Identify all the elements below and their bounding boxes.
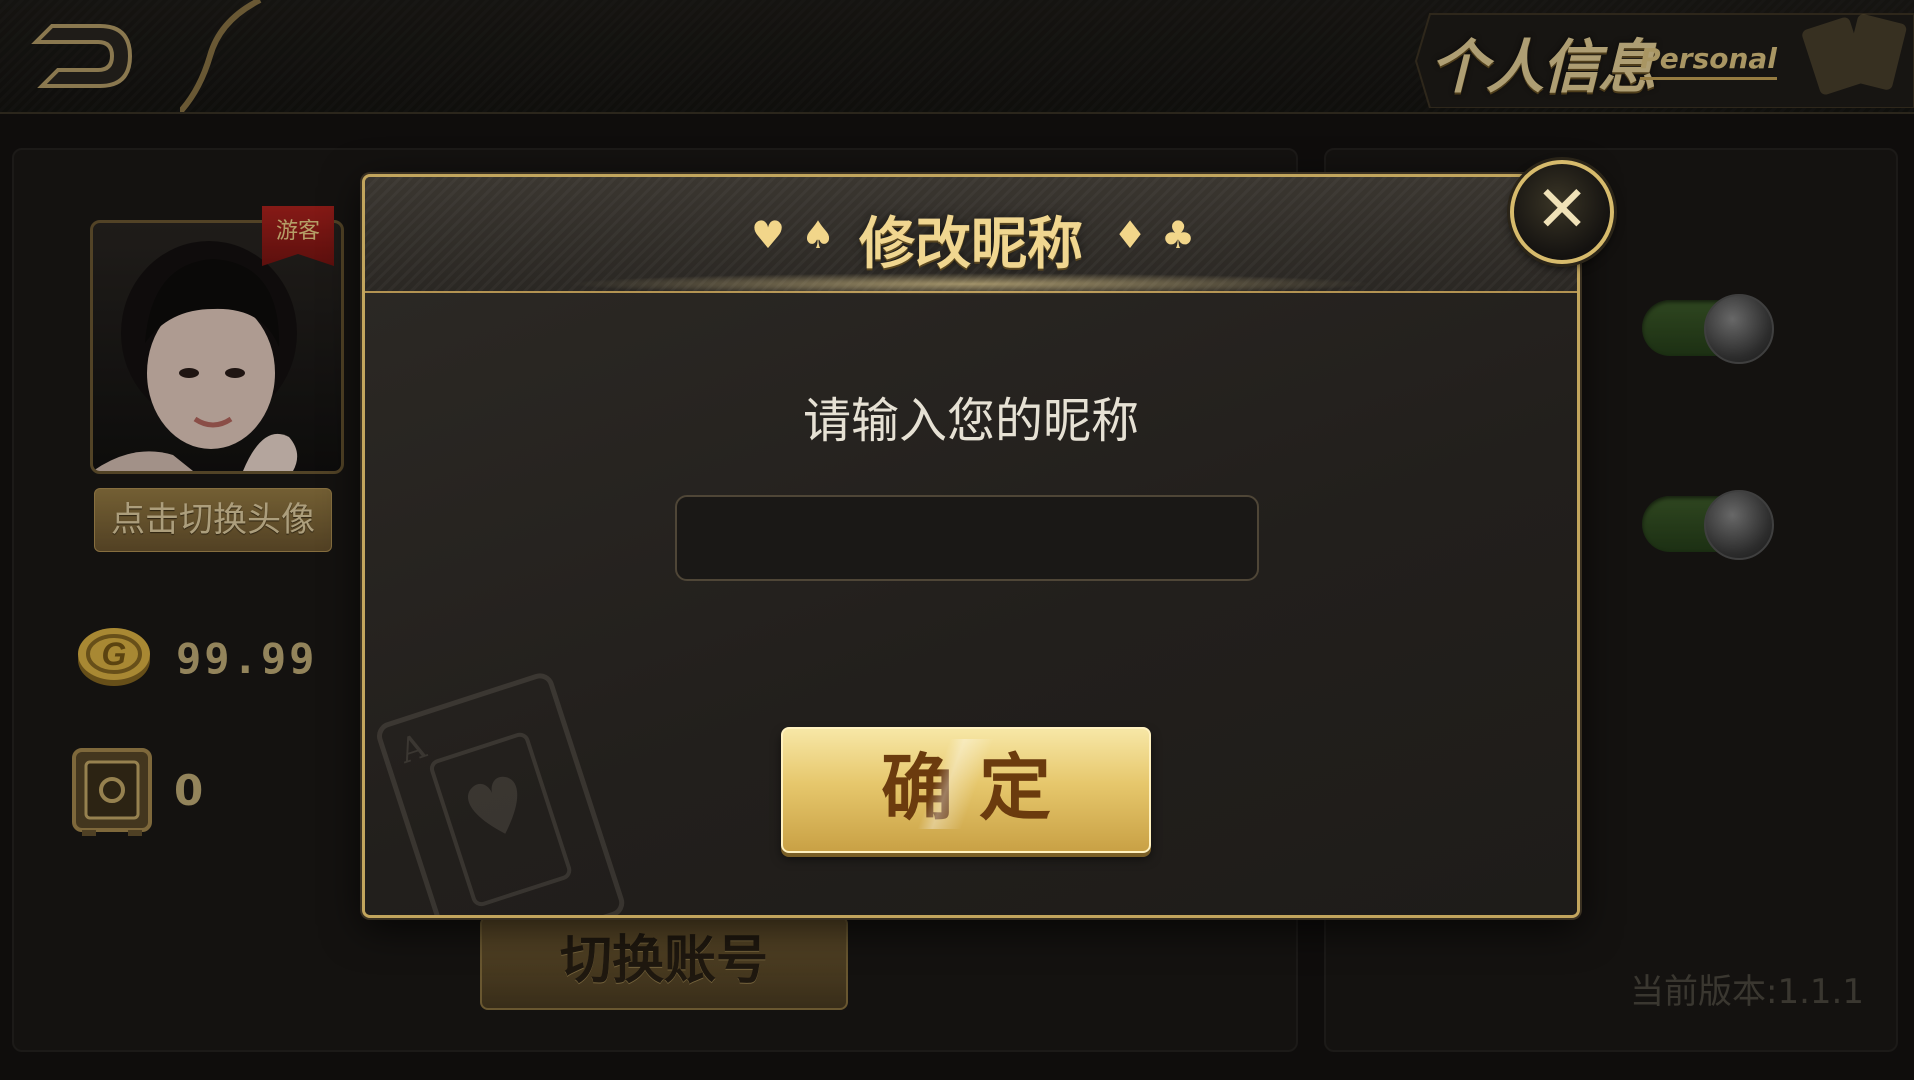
close-button[interactable]: ✕ [1510, 160, 1614, 264]
nickname-input[interactable] [675, 495, 1259, 581]
close-icon: ✕ [1535, 173, 1589, 247]
confirm-button[interactable]: 确定 [781, 727, 1151, 853]
ace-of-hearts-decoration: A [377, 673, 625, 915]
diamond-icon: ♦ [1113, 213, 1148, 257]
svg-text:A: A [394, 726, 431, 772]
edit-nickname-dialog: A ♥ ♠ 修改昵称 ♦ ♣ 请输入您的昵称 确定 [362, 174, 1580, 918]
nickname-prompt: 请输入您的昵称 [802, 393, 1139, 449]
dialog-title: 修改昵称 [859, 212, 1083, 277]
club-icon: ♣ [1161, 213, 1196, 257]
